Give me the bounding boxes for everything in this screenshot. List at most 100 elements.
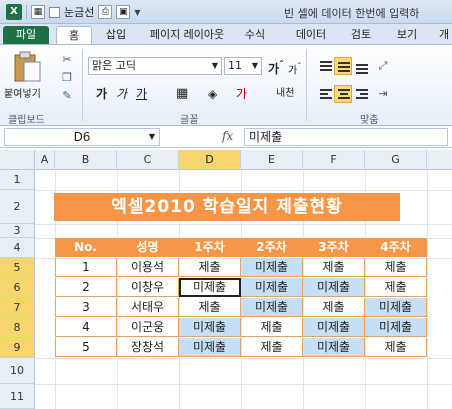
table-cell[interactable]: 미제출: [365, 318, 427, 337]
column-header-b[interactable]: B: [55, 150, 117, 170]
table-cell[interactable]: 제출: [303, 258, 365, 277]
table-cell[interactable]: 4: [55, 318, 117, 337]
row-header-7[interactable]: 7: [0, 298, 35, 318]
table-cell[interactable]: 미제출: [179, 318, 241, 337]
table-cell[interactable]: 제출: [179, 298, 241, 317]
table-cell[interactable]: 제출: [365, 278, 427, 297]
table-cell[interactable]: 5: [55, 338, 117, 357]
column-header-f[interactable]: F: [303, 150, 365, 170]
header-name[interactable]: 성명: [117, 238, 179, 257]
copy-icon[interactable]: ❐: [60, 71, 74, 85]
tab-insert[interactable]: 삽입: [98, 26, 134, 44]
table-cell[interactable]: 미제출: [179, 338, 241, 357]
table-cell[interactable]: 제출: [241, 318, 303, 337]
fill-color-icon[interactable]: ◈: [208, 85, 217, 103]
gridlines-checkbox[interactable]: [49, 6, 60, 18]
table-cell[interactable]: 장창석: [117, 338, 179, 357]
bold-button[interactable]: 가: [96, 85, 107, 103]
tab-data[interactable]: 데이터: [288, 26, 334, 44]
row-header-8[interactable]: 8: [0, 318, 35, 338]
font-size-select[interactable]: 11 ▼: [224, 57, 262, 75]
name-box[interactable]: D6 ▼: [4, 128, 160, 146]
align-center-icon[interactable]: [334, 85, 352, 103]
column-header-more[interactable]: [427, 150, 452, 170]
grow-font-button[interactable]: 가ˆ: [268, 57, 284, 76]
align-right-icon[interactable]: [352, 85, 370, 103]
table-cell[interactable]: 제출: [241, 338, 303, 357]
paste-icon[interactable]: [12, 51, 42, 83]
table-cell[interactable]: 미제출: [303, 338, 365, 357]
table-cell[interactable]: 제출: [179, 258, 241, 277]
align-middle-icon[interactable]: [334, 57, 352, 75]
indent-icon[interactable]: ⇥: [376, 87, 390, 101]
table-cell[interactable]: 미제출: [241, 278, 303, 297]
table-cell[interactable]: 미제출: [365, 298, 427, 317]
tab-home[interactable]: 홈: [56, 26, 92, 44]
column-header-e[interactable]: E: [241, 150, 303, 170]
active-cell-d6[interactable]: 미제출: [179, 278, 241, 297]
grid-icon[interactable]: ▦: [31, 5, 45, 19]
font-name-select[interactable]: 맑은 고딕 ▼: [88, 57, 222, 75]
row-header-11[interactable]: 11: [0, 384, 35, 409]
orientation-icon[interactable]: ⤢: [376, 59, 390, 73]
table-cell[interactable]: 미제출: [241, 258, 303, 277]
table-cell[interactable]: 3: [55, 298, 117, 317]
column-header-g[interactable]: G: [365, 150, 427, 170]
table-cell[interactable]: 제출: [365, 258, 427, 277]
row-header-2[interactable]: 2: [0, 190, 35, 224]
underline-button[interactable]: 가: [136, 85, 147, 103]
header-week3[interactable]: 3주차: [303, 238, 365, 257]
row-header-5[interactable]: 5: [0, 258, 35, 278]
print-icon[interactable]: ⎙: [98, 5, 113, 19]
phonetic-button[interactable]: 내천: [276, 85, 294, 103]
font-color-button[interactable]: 가: [236, 85, 247, 103]
column-header-a[interactable]: A: [35, 150, 55, 170]
table-cell[interactable]: 이군웅: [117, 318, 179, 337]
row-header-6[interactable]: 6: [0, 278, 35, 298]
picture-icon[interactable]: ▣: [116, 5, 131, 19]
row-header-10[interactable]: 10: [0, 358, 35, 384]
title-bar: X ▦ 눈금선 ⎙ ▣ ▼ 빈 셀에 데이터 한번에 입력하: [0, 0, 452, 24]
table-cell[interactable]: 1: [55, 258, 117, 277]
tab-formulas[interactable]: 수식: [238, 26, 272, 44]
align-left-icon[interactable]: [316, 85, 334, 103]
row-header-4[interactable]: 4: [0, 238, 35, 258]
italic-button[interactable]: 가: [116, 85, 127, 103]
paste-button[interactable]: 붙여넣기: [4, 85, 41, 100]
table-cell[interactable]: 제출: [303, 298, 365, 317]
table-cell[interactable]: 미제출: [303, 318, 365, 337]
gridlines-label: 눈금선: [64, 6, 95, 19]
tab-more[interactable]: 개: [436, 26, 452, 44]
header-week4[interactable]: 4주차: [365, 238, 427, 257]
tab-file[interactable]: 파일: [3, 26, 49, 44]
table-cell[interactable]: 미제출: [241, 298, 303, 317]
row-header-9[interactable]: 9: [0, 338, 35, 358]
qat-customize-icon[interactable]: ▼: [134, 8, 140, 17]
table-cell[interactable]: 서태우: [117, 298, 179, 317]
table-cell[interactable]: 2: [55, 278, 117, 297]
table-cell[interactable]: 제출: [365, 338, 427, 357]
tab-page-layout[interactable]: 페이지 레이아웃: [140, 26, 234, 44]
table-cell[interactable]: 미제출: [303, 278, 365, 297]
header-no[interactable]: No.: [55, 238, 117, 257]
tab-view[interactable]: 보기: [390, 26, 424, 44]
row-header-1[interactable]: 1: [0, 170, 35, 190]
align-top-icon[interactable]: [316, 57, 334, 75]
align-bottom-icon[interactable]: [352, 57, 370, 75]
excel-logo-icon[interactable]: X: [6, 4, 22, 20]
cut-icon[interactable]: ✂: [60, 53, 74, 67]
column-header-d[interactable]: D: [179, 150, 241, 170]
header-week2[interactable]: 2주차: [241, 238, 303, 257]
formula-input[interactable]: 미제출: [244, 128, 448, 146]
insert-function-button[interactable]: fx: [222, 129, 233, 143]
format-painter-icon[interactable]: ✎: [60, 89, 74, 103]
row-header-3[interactable]: 3: [0, 224, 35, 238]
borders-icon[interactable]: ▦: [176, 85, 188, 103]
select-all-corner[interactable]: [0, 150, 35, 170]
shrink-font-button[interactable]: 가ˇ: [288, 57, 301, 76]
table-cell[interactable]: 이용석: [117, 258, 179, 277]
header-week1[interactable]: 1주차: [179, 238, 241, 257]
table-cell[interactable]: 이창우: [117, 278, 179, 297]
column-header-c[interactable]: C: [117, 150, 179, 170]
tab-review[interactable]: 검토: [344, 26, 378, 44]
